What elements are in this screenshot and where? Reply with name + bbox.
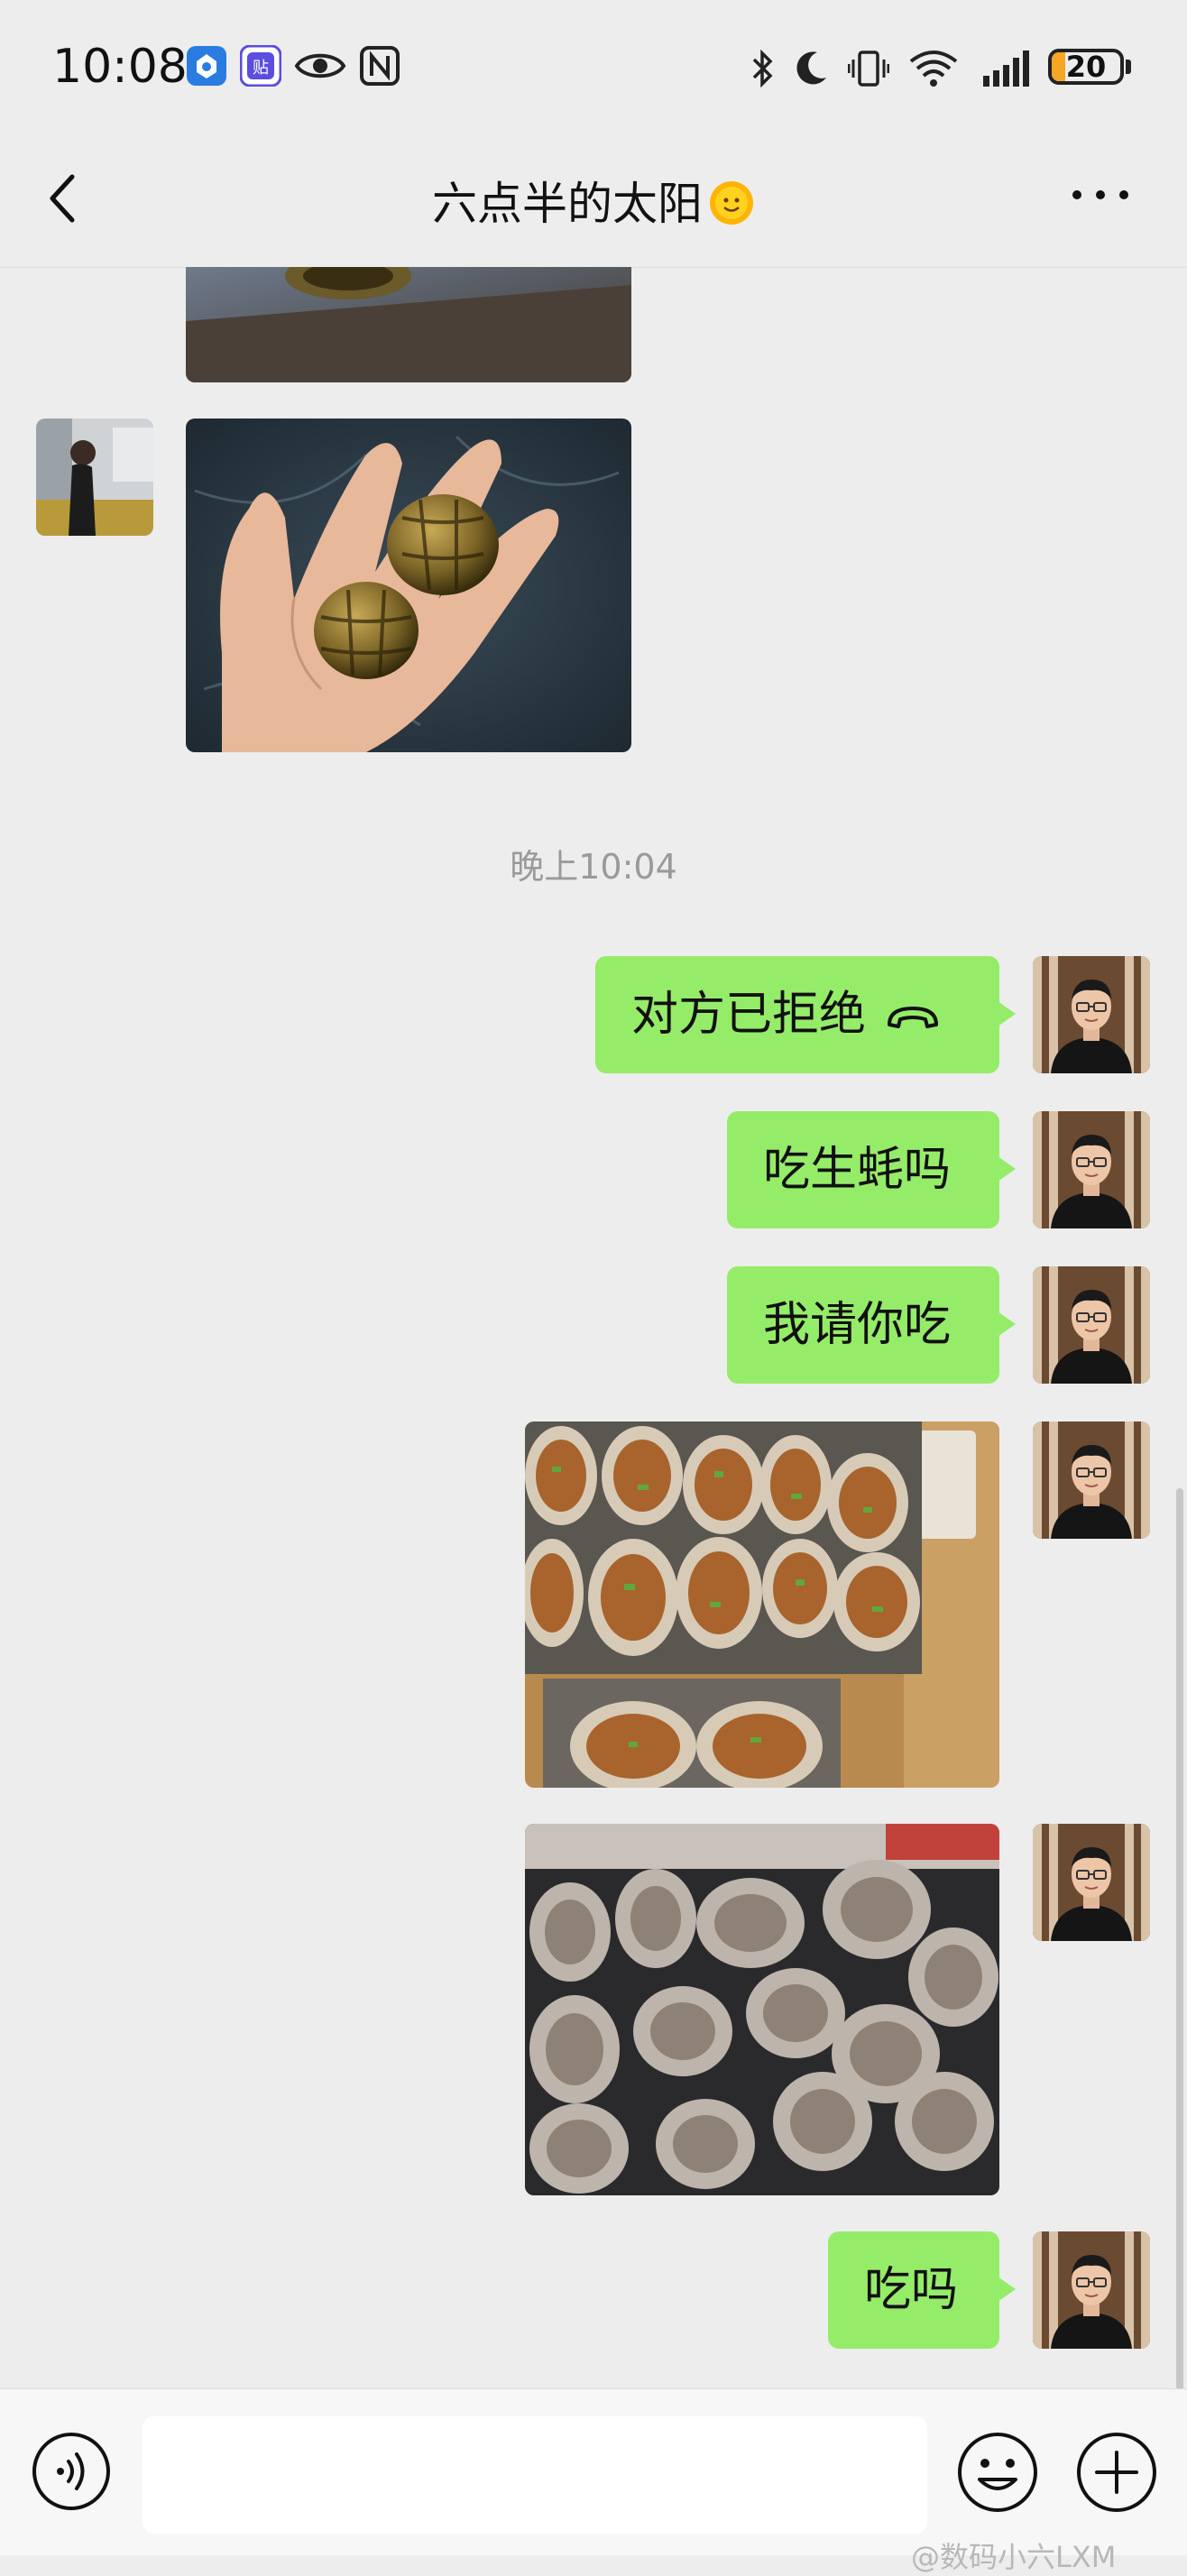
user-avatar-image: [1033, 1824, 1150, 1941]
more-horizontal-icon[interactable]: [1064, 177, 1136, 213]
message-text-field[interactable]: [143, 2416, 927, 2534]
status-time: 10:08: [52, 40, 188, 94]
battery-level-text: 20: [1065, 50, 1107, 84]
chat-header: 六点半的太阳: [0, 135, 1187, 268]
chat-title-text: 六点半的太阳: [432, 178, 703, 230]
message-text: 我请你吃: [763, 1298, 952, 1352]
user-avatar[interactable]: [1033, 1266, 1150, 1384]
plus-icon[interactable]: [1075, 2431, 1158, 2514]
tieba-notification-icon: 贴: [240, 45, 281, 87]
message-text: 吃吗: [864, 2263, 959, 2317]
user-avatar-image: [1033, 1266, 1150, 1384]
user-avatar[interactable]: [1033, 1421, 1150, 1539]
wifi-icon: [909, 51, 958, 87]
message-bubble-sent[interactable]: 我请你吃: [727, 1266, 1016, 1384]
cellular-signal-icon: [983, 51, 1029, 87]
user-avatar[interactable]: [1033, 2231, 1150, 2349]
emoji-icon[interactable]: [956, 2431, 1039, 2514]
grilled-oysters-image: [525, 1421, 999, 1788]
sent-photo-raw-oysters[interactable]: [525, 1824, 999, 2195]
watermark-text: @数码小六LXM: [911, 2540, 1117, 2574]
eye-icon: [294, 53, 346, 78]
message-bubble-sent[interactable]: 吃生蚝吗: [727, 1111, 1016, 1228]
user-avatar[interactable]: [1033, 1111, 1150, 1228]
chat-scrollbar[interactable]: [1176, 1488, 1183, 2390]
call-rejected-text: 对方已拒绝: [631, 988, 867, 1042]
vibrate-icon: [848, 51, 889, 87]
message-input-bar: [0, 2388, 1187, 2555]
bluetooth-icon: [752, 49, 773, 88]
voice-input-icon[interactable]: [31, 2431, 112, 2512]
user-avatar-image: [1033, 1421, 1150, 1539]
phone-hangup-icon: [888, 1007, 939, 1028]
app-notification-icon: [187, 46, 226, 86]
message-timestamp: 晚上10:04: [510, 847, 677, 887]
user-avatar-image: [1033, 1111, 1150, 1228]
walnut-photo-partial-image: [186, 267, 631, 382]
chat-title: 六点半的太阳: [0, 168, 1187, 233]
received-photo-walnut[interactable]: [186, 419, 631, 752]
walnut-in-hand-image: [186, 419, 631, 752]
message-text: 吃生蚝吗: [763, 1143, 952, 1197]
battery-tip: [1126, 60, 1131, 74]
do-not-disturb-moon-icon: [796, 51, 826, 85]
received-photo-walnut-partial[interactable]: [186, 267, 631, 382]
user-avatar-image: [1033, 2231, 1150, 2349]
contact-avatar-image: [36, 419, 153, 536]
message-bubble-sent[interactable]: 吃吗: [828, 2231, 1016, 2349]
status-bar: 10:08 贴 20: [0, 0, 1187, 135]
battery-indicator: 20: [1048, 49, 1124, 85]
contact-avatar[interactable]: [36, 419, 153, 536]
raw-oysters-image: [525, 1824, 999, 2195]
sun-emoji-icon: [710, 181, 753, 225]
user-avatar-image: [1033, 956, 1150, 1073]
call-rejected-bubble[interactable]: 对方已拒绝: [595, 956, 1016, 1073]
nfc-icon: [360, 46, 400, 86]
user-avatar[interactable]: [1033, 956, 1150, 1073]
svg-text:贴: 贴: [253, 59, 269, 78]
user-avatar[interactable]: [1033, 1824, 1150, 1941]
sent-photo-grilled-oysters[interactable]: [525, 1421, 999, 1788]
